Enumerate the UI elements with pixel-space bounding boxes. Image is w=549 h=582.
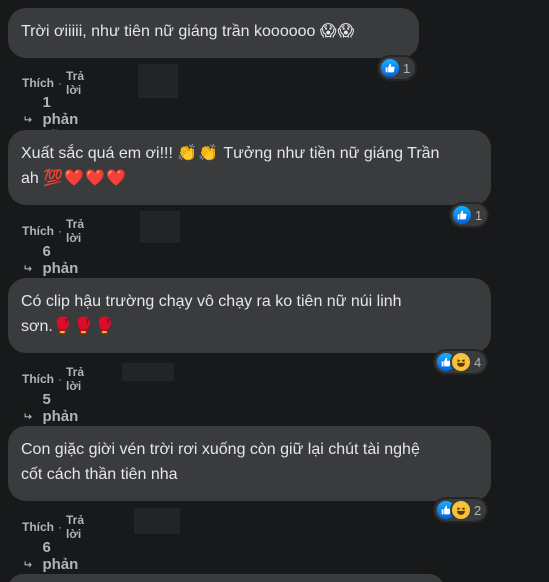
reply-link[interactable]: Trả lời xyxy=(66,217,84,245)
haha-icon xyxy=(452,501,470,519)
comment-bubble: Con giặc giời vén trời rơi xuống còn giữ… xyxy=(8,426,491,501)
redacted-timestamp xyxy=(138,64,178,98)
comment-actions: Thích · Trả lời xyxy=(22,513,84,541)
comment-text: Trời ơiiiii, như tiên nữ giáng trần kooo… xyxy=(21,23,316,40)
comment-text-2: Tưởng như tiền nữ giáng Trần xyxy=(223,145,440,162)
comment-bubble: Có clip hậu trường chạy vô chạy ra ko ti… xyxy=(8,278,491,353)
like-icon xyxy=(381,59,399,77)
reactions-summary[interactable]: 4 xyxy=(435,351,487,373)
comment-bubble: Xuất sắc quá em ơi!!! 👏👏 Tưởng như tiền … xyxy=(8,130,491,205)
redacted-timestamp xyxy=(122,363,174,381)
reactions-summary[interactable]: 1 xyxy=(379,57,416,79)
comment-text: Có clip hậu trường chạy vô chạy ra ko ti… xyxy=(21,293,402,310)
comment-emoji: 😱😱 xyxy=(319,23,356,40)
reply-link[interactable]: Trả lời xyxy=(66,513,84,541)
comment-bubble-partial xyxy=(8,574,444,582)
comment-text: Xuất sắc quá em ơi!!! xyxy=(21,145,173,162)
comment-text-3: ah xyxy=(21,170,39,187)
haha-icon xyxy=(452,353,470,371)
separator: · xyxy=(58,372,62,386)
reaction-count: 4 xyxy=(474,354,482,370)
redacted-timestamp xyxy=(140,211,180,243)
comment-actions: Thích · Trả lời xyxy=(22,365,84,393)
reaction-count: 2 xyxy=(474,502,482,518)
reactions-summary[interactable]: 2 xyxy=(435,499,487,521)
reactions-summary[interactable]: 1 xyxy=(451,204,488,226)
reply-arrow-icon xyxy=(24,116,32,123)
comment-emoji-2: 💯❤️❤️❤️ xyxy=(43,170,127,187)
reply-link[interactable]: Trả lời xyxy=(66,69,84,97)
comment-bubble: Trời ơiiiii, như tiên nữ giáng trần kooo… xyxy=(8,8,419,58)
like-link[interactable]: Thích xyxy=(22,224,54,238)
reaction-count: 1 xyxy=(475,207,483,223)
comment-text: Con giặc giời vén trời rơi xuống còn giữ… xyxy=(21,441,420,458)
separator: · xyxy=(58,224,62,238)
comment-feed: Trời ơiiiii, như tiên nữ giáng trần kooo… xyxy=(0,0,549,582)
reply-link[interactable]: Trả lời xyxy=(66,365,84,393)
reply-arrow-icon xyxy=(24,561,32,568)
like-icon xyxy=(453,206,471,224)
like-link[interactable]: Thích xyxy=(22,372,54,386)
comment-emoji: 👏👏 xyxy=(177,145,220,162)
separator: · xyxy=(58,76,62,90)
comment-text-2: sơn. xyxy=(21,318,53,335)
reaction-count: 1 xyxy=(403,60,411,76)
reply-arrow-icon xyxy=(24,265,32,272)
reply-arrow-icon xyxy=(24,413,32,420)
like-link[interactable]: Thích xyxy=(22,520,54,534)
comment-actions: Thích · Trả lời xyxy=(22,217,84,245)
separator: · xyxy=(58,520,62,534)
comment-text-2: cốt cách thần tiên nha xyxy=(21,466,178,483)
comment-emoji: 🥊🥊🥊 xyxy=(52,318,116,335)
comment-actions: Thích · Trả lời xyxy=(22,69,84,97)
like-link[interactable]: Thích xyxy=(22,76,54,90)
redacted-timestamp xyxy=(134,508,180,534)
